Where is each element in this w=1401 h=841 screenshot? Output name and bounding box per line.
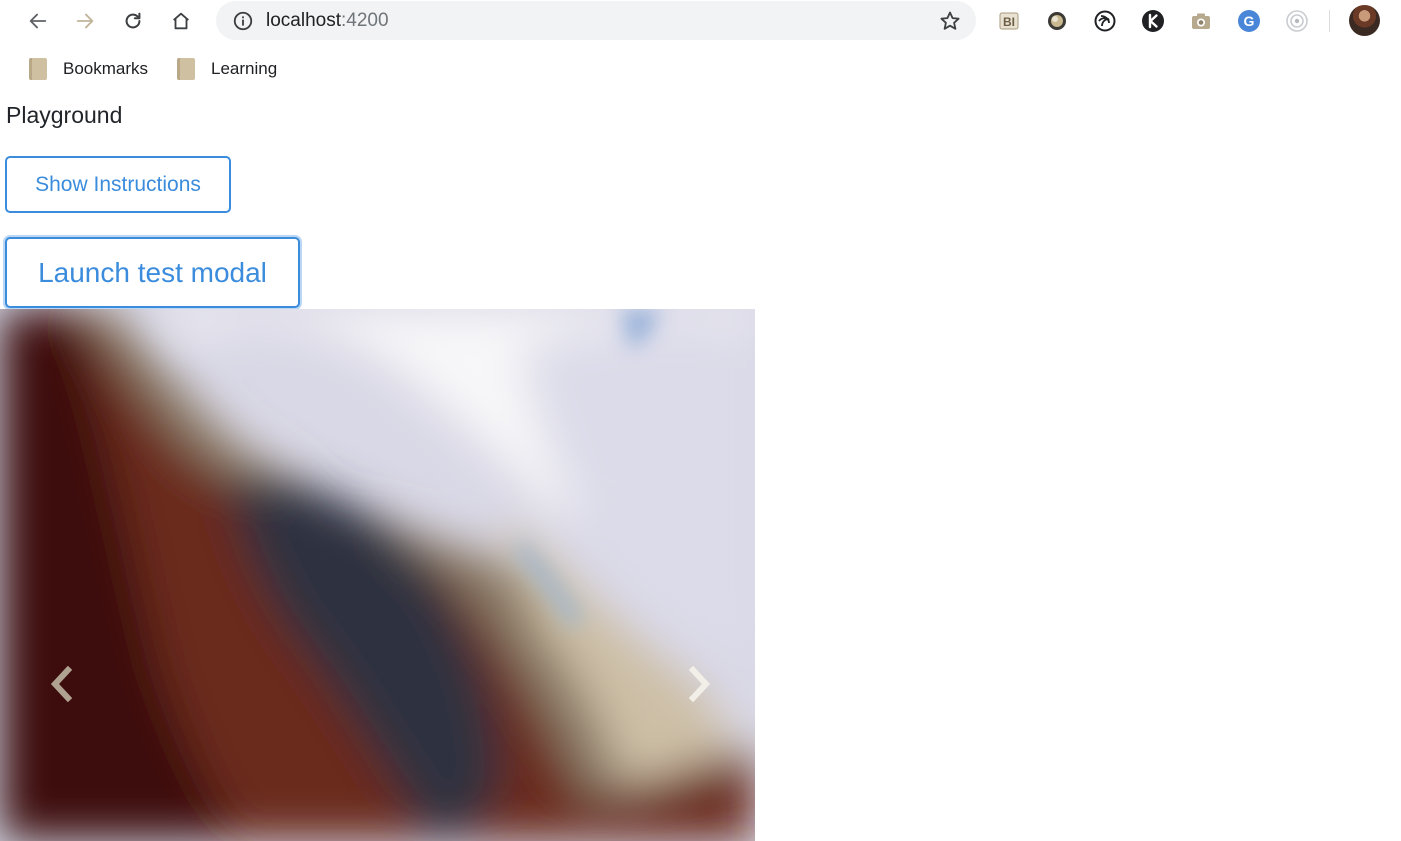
url-text[interactable]: localhost:4200	[266, 10, 389, 32]
launch-test-modal-button[interactable]: Launch test modal	[5, 237, 300, 308]
reload-button[interactable]	[116, 4, 150, 38]
bi-extension-button[interactable]: BI	[996, 8, 1022, 34]
bookmark-folder-learning[interactable]: Learning	[177, 56, 277, 82]
spiral-extension-icon	[1094, 10, 1116, 32]
circle-extension-icon	[1048, 12, 1066, 30]
camera-extension-button[interactable]	[1188, 8, 1214, 34]
chevron-left-icon	[50, 666, 73, 702]
k-extension-icon	[1142, 10, 1164, 32]
page-title: Playground	[6, 102, 123, 128]
back-button[interactable]	[21, 4, 55, 38]
chevron-right-icon	[688, 666, 711, 702]
show-instructions-button[interactable]: Show Instructions	[5, 156, 231, 213]
target-extension-icon	[1286, 10, 1308, 32]
forward-arrow-icon	[76, 13, 94, 29]
carousel-prev-button[interactable]	[37, 649, 87, 719]
bookmark-label: Bookmarks	[63, 59, 149, 78]
camera-extension-icon	[1192, 13, 1210, 29]
url-port: :4200	[341, 10, 389, 31]
google-g-extension-icon: G	[1238, 10, 1260, 32]
home-icon	[173, 12, 189, 30]
circle-extension-button[interactable]	[1044, 8, 1070, 34]
spiral-extension-button[interactable]	[1092, 8, 1118, 34]
avatar[interactable]	[1349, 5, 1380, 36]
folder-icon	[177, 58, 195, 80]
carousel-slide-image	[0, 309, 755, 841]
info-icon[interactable]	[232, 10, 254, 32]
svg-text:G: G	[1244, 13, 1255, 29]
url-host: localhost	[266, 10, 341, 31]
back-arrow-icon	[29, 13, 47, 29]
k-extension-button[interactable]	[1140, 8, 1166, 34]
target-extension-button[interactable]	[1284, 8, 1310, 34]
reload-icon	[125, 12, 141, 29]
carousel-next-button[interactable]	[674, 649, 724, 719]
browser-toolbar: localhost:4200 BI G	[0, 0, 1401, 42]
svg-text:BI: BI	[1003, 15, 1015, 29]
address-bar[interactable]: localhost:4200	[216, 1, 976, 40]
bookmarks-bar: Bookmarks Learning	[0, 44, 1401, 92]
bookmark-folder-bookmarks[interactable]: Bookmarks	[29, 56, 148, 82]
toolbar-separator	[1329, 10, 1330, 32]
google-g-extension-button[interactable]: G	[1236, 8, 1262, 34]
bookmark-star-icon[interactable]	[938, 9, 962, 33]
bi-extension-icon: BI	[999, 12, 1019, 30]
forward-button[interactable]	[68, 4, 102, 38]
folder-icon	[29, 58, 47, 80]
image-carousel	[0, 309, 755, 841]
bookmark-label: Learning	[211, 59, 278, 78]
home-button[interactable]	[164, 4, 198, 38]
